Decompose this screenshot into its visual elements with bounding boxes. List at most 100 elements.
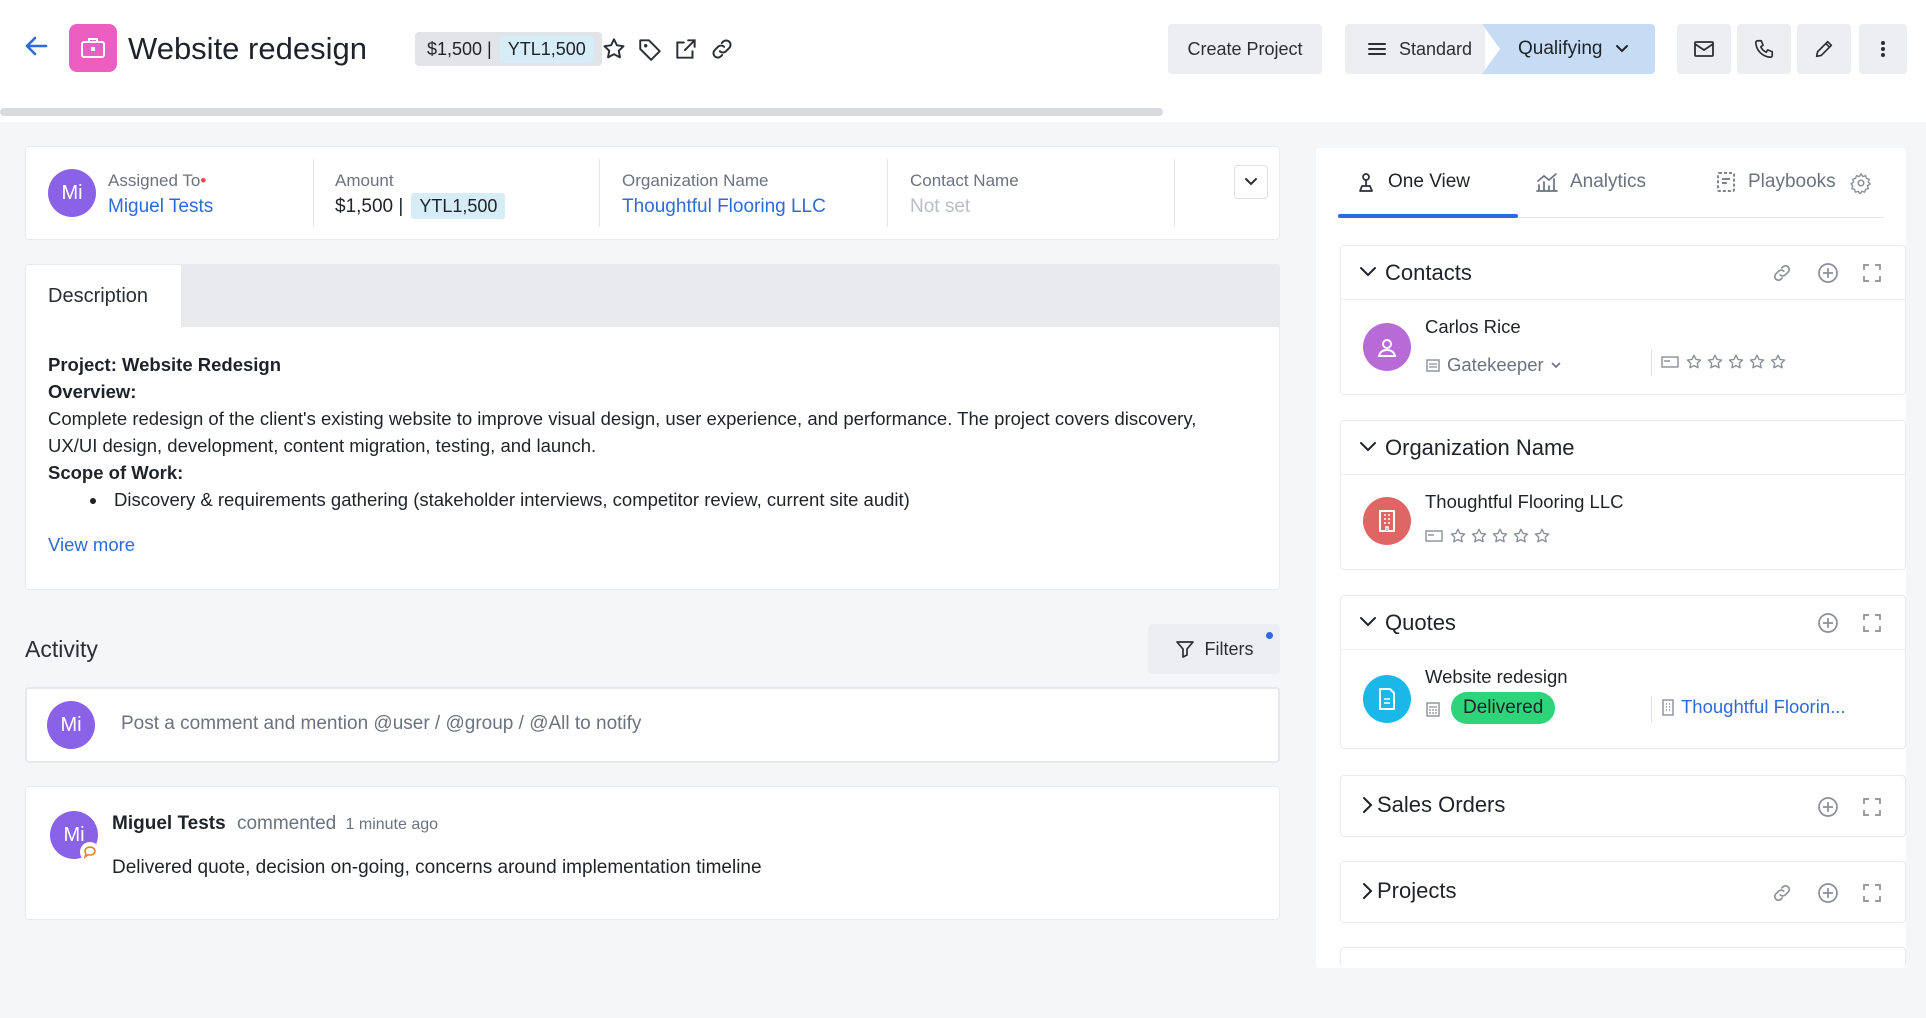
contact-value[interactable]: Not set: [910, 196, 1019, 218]
sales-orders-header[interactable]: Sales Orders: [1341, 776, 1905, 830]
tab-playbooks[interactable]: Playbooks: [1714, 170, 1836, 194]
projects-title: Projects: [1377, 878, 1457, 903]
contact-role-dropdown[interactable]: Gatekeeper: [1425, 354, 1562, 376]
building-icon: [1662, 699, 1674, 716]
organization-value[interactable]: Thoughtful Flooring LLC: [622, 196, 826, 218]
organization-field: Organization Name Thoughtful Flooring LL…: [622, 171, 826, 218]
star-icon[interactable]: [1533, 527, 1551, 545]
add-circle-icon[interactable]: [1817, 882, 1839, 904]
rating-stars[interactable]: [1685, 353, 1787, 371]
add-circle-icon[interactable]: [1817, 612, 1839, 634]
card-icon: [1425, 530, 1443, 542]
assigned-to-value[interactable]: Miguel Tests: [108, 196, 213, 218]
filters-button[interactable]: Filters: [1148, 624, 1280, 674]
quote-name[interactable]: Website redesign: [1425, 666, 1568, 688]
link-icon[interactable]: [709, 36, 735, 62]
more-options-button[interactable]: [1859, 24, 1907, 74]
rating-stars[interactable]: [1449, 527, 1551, 545]
expand-icon[interactable]: [1861, 612, 1883, 634]
projects-header[interactable]: Projects: [1341, 862, 1905, 916]
divider: [1651, 696, 1652, 722]
chevron-down-icon: [1360, 617, 1376, 627]
contacts-header[interactable]: Contacts: [1341, 246, 1905, 300]
menu-lines-icon: [1368, 43, 1386, 55]
stage-qualifying-dropdown[interactable]: Qualifying: [1482, 24, 1655, 74]
external-link-icon[interactable]: [673, 36, 699, 62]
link-icon[interactable]: [1771, 882, 1793, 904]
star-icon[interactable]: [1769, 353, 1787, 371]
gear-icon[interactable]: [1850, 172, 1872, 194]
comment-badge-icon: [80, 842, 100, 862]
description-project-line: Project: Website Redesign: [48, 354, 282, 375]
call-button[interactable]: [1737, 24, 1791, 74]
divider: [599, 159, 600, 227]
filter-icon: [1175, 641, 1194, 658]
description-bullet: Discovery & requirements gathering (stak…: [48, 486, 1248, 513]
star-icon[interactable]: [1470, 527, 1488, 545]
chevron-down-icon: [1245, 178, 1257, 186]
entry-time: 1 minute ago: [345, 816, 439, 833]
comment-input[interactable]: Post a comment and mention @user / @grou…: [121, 713, 641, 735]
organization-section: Organization Name Thoughtful Flooring LL…: [1340, 420, 1906, 570]
organization-header[interactable]: Organization Name: [1341, 421, 1905, 475]
back-arrow-icon[interactable]: [22, 32, 50, 60]
summary-card: Mi Assigned To• Miguel Tests Amount $1,5…: [25, 146, 1280, 240]
tag-icon[interactable]: [637, 36, 663, 62]
contact-rating[interactable]: [1661, 353, 1787, 371]
star-icon[interactable]: [1512, 527, 1530, 545]
tab-analytics[interactable]: Analytics: [1534, 170, 1646, 194]
assigned-to-field: Assigned To• Miguel Tests: [108, 171, 213, 218]
expand-icon[interactable]: [1861, 796, 1883, 818]
edit-button[interactable]: [1797, 24, 1851, 74]
comment-composer: Mi Post a comment and mention @user / @g…: [25, 687, 1280, 763]
add-circle-icon[interactable]: [1817, 262, 1839, 284]
tab-description[interactable]: Description: [26, 265, 181, 327]
pencil-icon: [1815, 40, 1833, 58]
page-title: Website redesign: [128, 31, 367, 66]
organization-building-icon: [1363, 497, 1411, 545]
entry-text: Delivered quote, decision on-going, conc…: [112, 857, 762, 878]
star-icon[interactable]: [1449, 527, 1467, 545]
quotes-title: Quotes: [1385, 610, 1456, 635]
description-overview-heading: Overview:: [48, 381, 137, 402]
star-icon[interactable]: [1727, 353, 1745, 371]
tab-one-view[interactable]: One View: [1354, 170, 1470, 194]
star-icon[interactable]: [601, 36, 627, 62]
pipeline-standard-button[interactable]: Standard: [1345, 24, 1485, 74]
sales-orders-section: Sales Orders: [1340, 775, 1906, 837]
star-icon[interactable]: [1685, 353, 1703, 371]
organization-name[interactable]: Thoughtful Flooring LLC: [1425, 491, 1623, 513]
expand-icon[interactable]: [1861, 882, 1883, 904]
star-icon[interactable]: [1491, 527, 1509, 545]
tab-playbooks-label: Playbooks: [1748, 171, 1836, 192]
create-project-button[interactable]: Create Project: [1168, 24, 1322, 74]
chevron-right-icon: [1363, 883, 1373, 899]
activity-entry: Mi Miguel Tests commented 1 minute ago D…: [25, 786, 1280, 920]
quotes-header[interactable]: Quotes: [1341, 596, 1905, 650]
expand-summary-button[interactable]: [1234, 165, 1268, 199]
amount-value: $1,500 | YTL1,500: [335, 193, 506, 219]
description-scope-heading: Scope of Work:: [48, 462, 184, 483]
organization-rating[interactable]: [1425, 527, 1551, 545]
expand-icon[interactable]: [1861, 262, 1883, 284]
quote-organization[interactable]: Thoughtful Floorin...: [1661, 696, 1846, 718]
view-more-link[interactable]: View more: [48, 531, 1248, 558]
organization-label: Organization Name: [622, 171, 769, 190]
chevron-down-icon: [1360, 267, 1376, 277]
tab-analytics-label: Analytics: [1570, 171, 1647, 192]
contacts-title: Contacts: [1385, 260, 1472, 285]
email-button[interactable]: [1677, 24, 1731, 74]
entry-author[interactable]: Miguel Tests: [112, 813, 226, 834]
star-icon[interactable]: [1706, 353, 1724, 371]
contact-avatar-icon: [1363, 323, 1411, 371]
quotes-section: Quotes Website redesign Delivered Though…: [1340, 595, 1906, 749]
amount-field: Amount $1,500 | YTL1,500: [335, 171, 506, 219]
contact-name[interactable]: Carlos Rice: [1425, 316, 1521, 338]
contact-label: Contact Name: [910, 171, 1019, 190]
link-icon[interactable]: [1771, 262, 1793, 284]
stage-label: Qualifying: [1518, 38, 1603, 59]
add-circle-icon[interactable]: [1817, 796, 1839, 818]
pipeline-label: Standard: [1399, 38, 1473, 59]
star-icon[interactable]: [1748, 353, 1766, 371]
divider: [887, 159, 888, 227]
